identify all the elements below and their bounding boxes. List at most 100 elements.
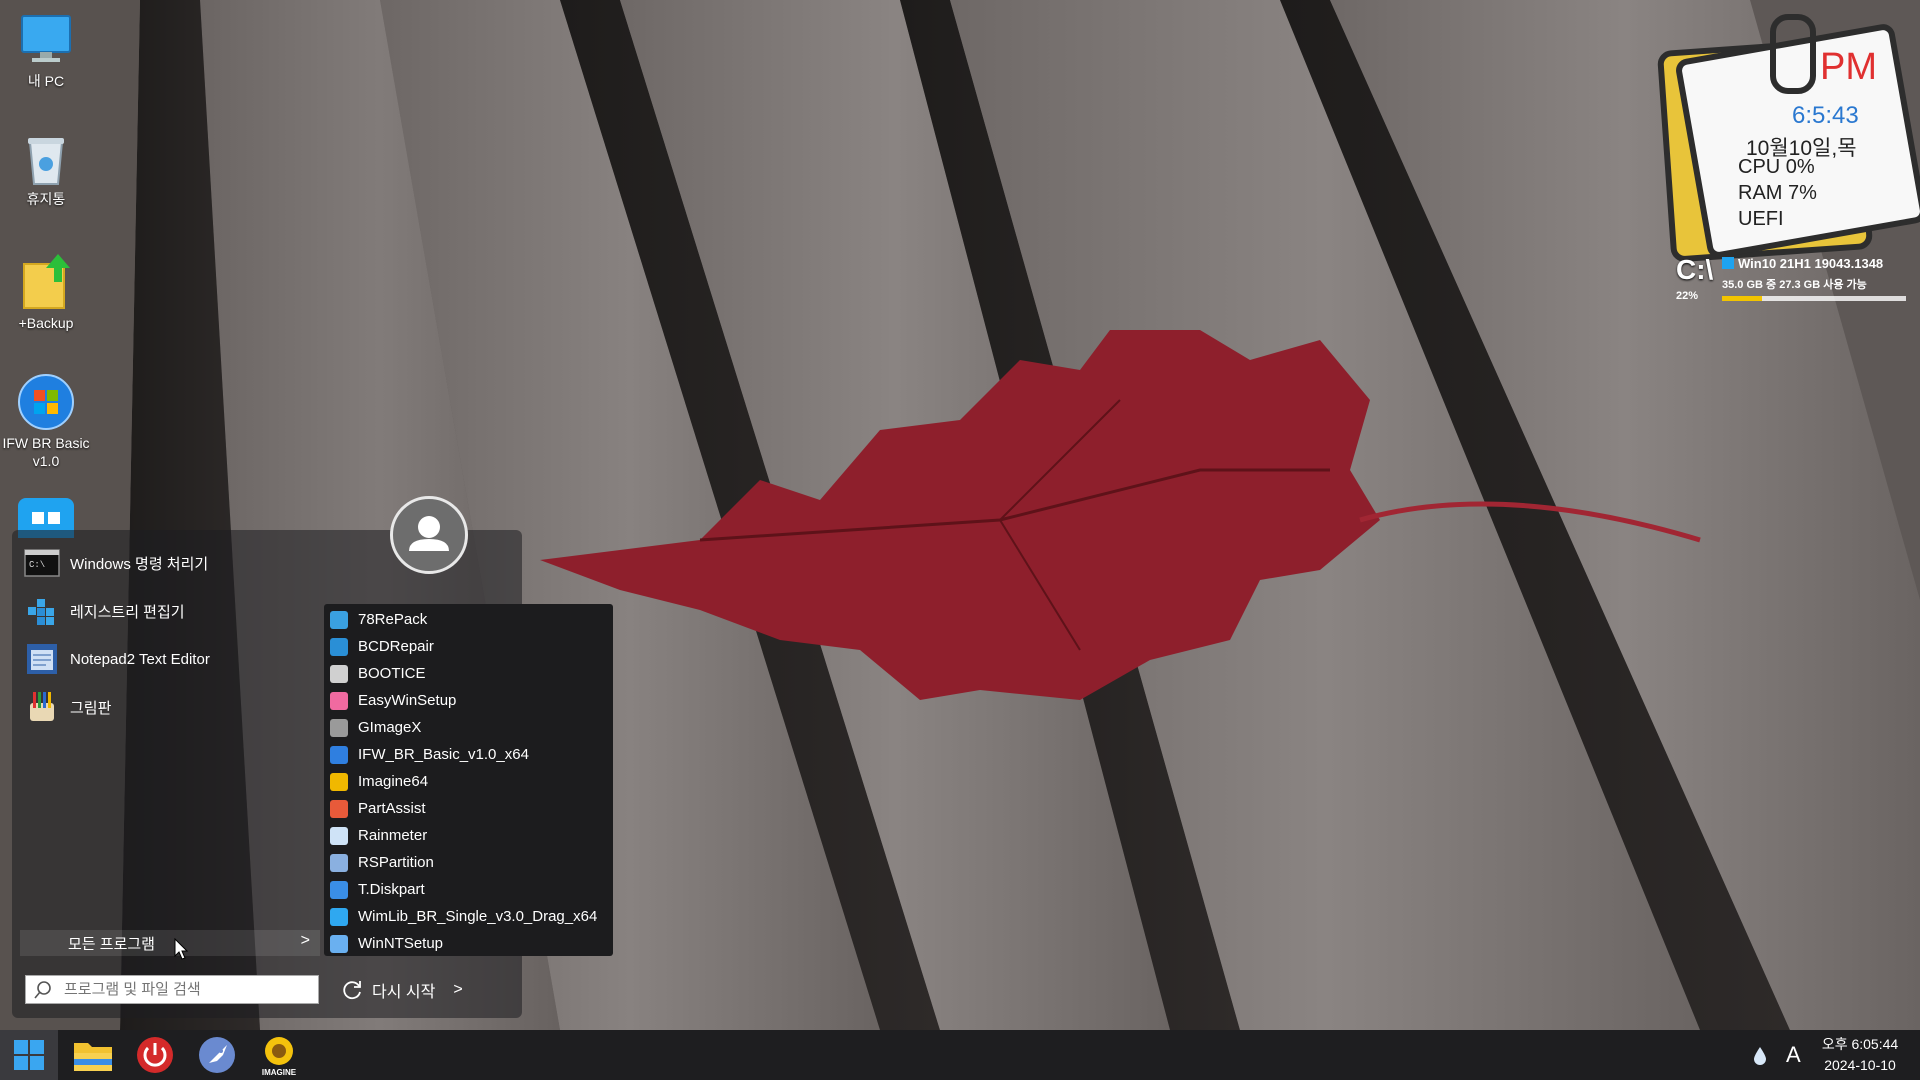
desktop-icon-ifw-br-basic[interactable]: IFW BR Basic v1.0 [0, 374, 92, 470]
program-label: RSPartition [358, 854, 434, 871]
diskpart-icon [330, 880, 348, 899]
program-label: PartAssist [358, 800, 426, 817]
rainmeter-drop-icon [330, 826, 348, 845]
all-programs-label: 모든 프로그램 [68, 935, 155, 953]
paint-icon [24, 689, 60, 725]
all-programs-submenu: 78RePack BCDRepair BOOTICE EasyWinSetup … [324, 604, 613, 956]
rainmeter-drop-icon [1754, 1047, 1766, 1065]
backup-folder-icon [18, 254, 74, 310]
restart-button[interactable]: 다시 시작 > [340, 976, 463, 1004]
taskbar-imagine[interactable]: IMAGINE [250, 1030, 308, 1080]
taskbar-power[interactable] [126, 1030, 184, 1080]
program-label: BOOTICE [358, 665, 426, 682]
desktop-icon-label: IFW BR Basic v1.0 [2, 435, 90, 469]
desktop-icon-this-pc[interactable]: 내 PC [0, 12, 92, 90]
program-label: WimLib_BR_Single_v3.0_Drag_x64 [358, 908, 598, 925]
program-label: Rainmeter [358, 827, 428, 844]
pinned-label: 레지스트리 편집기 [70, 603, 185, 621]
windows-logo-icon [14, 1040, 44, 1070]
chevron-right-icon: > [453, 981, 463, 998]
pinned-notepad2[interactable]: Notepad2 Text Editor [24, 639, 314, 679]
program-item-ifw-br-basic[interactable]: IFW_BR_Basic_v1.0_x64 [324, 741, 613, 768]
all-programs-button[interactable]: 모든 프로그램 > [20, 930, 320, 956]
program-item-bcdrepair[interactable]: BCDRepair [324, 633, 613, 660]
start-search-box[interactable] [25, 975, 319, 1004]
program-label: GImageX [358, 719, 422, 736]
widget-time: 6:5:43 [1792, 102, 1859, 129]
windows-logo-icon [1722, 257, 1734, 269]
program-item-gimagex[interactable]: GImageX [324, 714, 613, 741]
program-item-partassist[interactable]: PartAssist [324, 795, 613, 822]
program-item-imagine64[interactable]: Imagine64 [324, 768, 613, 795]
windows-logo-icon [330, 907, 348, 926]
search-icon [34, 980, 51, 999]
bcdrepair-icon [330, 637, 348, 656]
drive-used-percent: 22% [1676, 290, 1699, 302]
os-version: Win10 21H1 19043.1348 [1722, 256, 1883, 271]
notepad-icon [24, 641, 60, 677]
program-item-78repack[interactable]: 78RePack [324, 606, 613, 633]
disk-size: 35.0 GB 중 27.3 GB 사용 가능 [1722, 279, 1867, 291]
partassist-icon [330, 799, 348, 818]
desktop-icon-recycle-bin[interactable]: 휴지통 [0, 130, 92, 208]
disk-usage-bar [1722, 296, 1906, 301]
desktop-icon-backup[interactable]: +Backup [0, 254, 92, 332]
program-label: 78RePack [358, 611, 428, 628]
imagine-sunflower-icon: IMAGINE [262, 1037, 297, 1077]
program-item-rainmeter[interactable]: Rainmeter [324, 822, 613, 849]
taskbar-rocket-app[interactable] [188, 1030, 246, 1080]
desktop-icon-label: 휴지통 [26, 191, 66, 207]
windows-orb-icon [330, 745, 348, 764]
pinned-label: Notepad2 Text Editor [70, 650, 210, 668]
program-item-wimlib[interactable]: WimLib_BR_Single_v3.0_Drag_x64 [324, 903, 613, 930]
refresh-icon [343, 981, 361, 1000]
widget-ram: RAM 7% [1738, 182, 1817, 204]
user-avatar[interactable] [390, 496, 468, 574]
drive-letter: C:\ [1676, 254, 1714, 285]
program-item-rspartition[interactable]: RSPartition [324, 849, 613, 876]
folder-icon [74, 1043, 112, 1071]
paperclip-icon [1770, 14, 1816, 94]
program-label: IFW_BR_Basic_v1.0_x64 [358, 746, 529, 763]
pinned-cmd[interactable]: C:\ Windows 명령 처리기 [24, 543, 314, 583]
power-icon [137, 1037, 173, 1073]
program-label: EasyWinSetup [358, 692, 457, 709]
windows-orb-icon [18, 374, 74, 430]
chevron-right-icon: > [300, 932, 310, 949]
widget-ampm: PM [1820, 46, 1877, 88]
restart-label: 다시 시작 [372, 984, 436, 1001]
rspartition-icon [330, 853, 348, 872]
desktop-icon-label: +Backup [18, 315, 74, 331]
program-item-easywinsetup[interactable]: EasyWinSetup [324, 687, 613, 714]
program-item-winntsetup[interactable]: WinNTSetup [324, 930, 613, 957]
easywinsetup-icon [330, 691, 348, 710]
bootice-icon [330, 664, 348, 683]
program-label: Imagine64 [358, 773, 429, 790]
taskbar-file-explorer[interactable] [64, 1030, 122, 1080]
disk-usage-widget: C:\ 22% Win10 21H1 19043.1348 35.0 GB 중 … [1676, 254, 1916, 310]
clock-time: 오후 6:05:44 [1821, 1036, 1899, 1052]
pinned-paint[interactable]: 그림판 [24, 687, 314, 727]
clock-date: 2024-10-10 [1824, 1057, 1896, 1073]
mouse-cursor-icon [174, 938, 188, 960]
pinned-regedit[interactable]: 레지스트리 편집기 [24, 591, 314, 631]
search-input[interactable] [62, 980, 306, 999]
start-button[interactable] [0, 1030, 58, 1080]
pinned-label: Windows 명령 처리기 [70, 555, 209, 573]
desktop-icon-label: 내 PC [27, 73, 65, 89]
imagine-icon [330, 772, 348, 791]
recycle-bin-icon [18, 130, 74, 186]
program-label: WinNTSetup [358, 935, 444, 952]
winntsetup-icon [330, 934, 348, 953]
rocket-icon [199, 1037, 235, 1073]
taskbar-clock[interactable]: 오후 6:05:44 2024-10-10 [1810, 1034, 1910, 1076]
clock-sysinfo-widget: PM 6:5:43 10월10일,목 CPU 0% RAM 7% UEFI [1656, 14, 1920, 263]
program-item-bootice[interactable]: BOOTICE [324, 660, 613, 687]
tray-ime-indicator[interactable]: A [1786, 1030, 1801, 1080]
regedit-icon [24, 593, 60, 629]
program-label: T.Diskpart [358, 881, 425, 898]
program-label: BCDRepair [358, 638, 434, 655]
program-item-tdiskpart[interactable]: T.Diskpart [324, 876, 613, 903]
tray-rainmeter[interactable] [1752, 1030, 1768, 1080]
widget-cpu: CPU 0% [1738, 156, 1815, 178]
